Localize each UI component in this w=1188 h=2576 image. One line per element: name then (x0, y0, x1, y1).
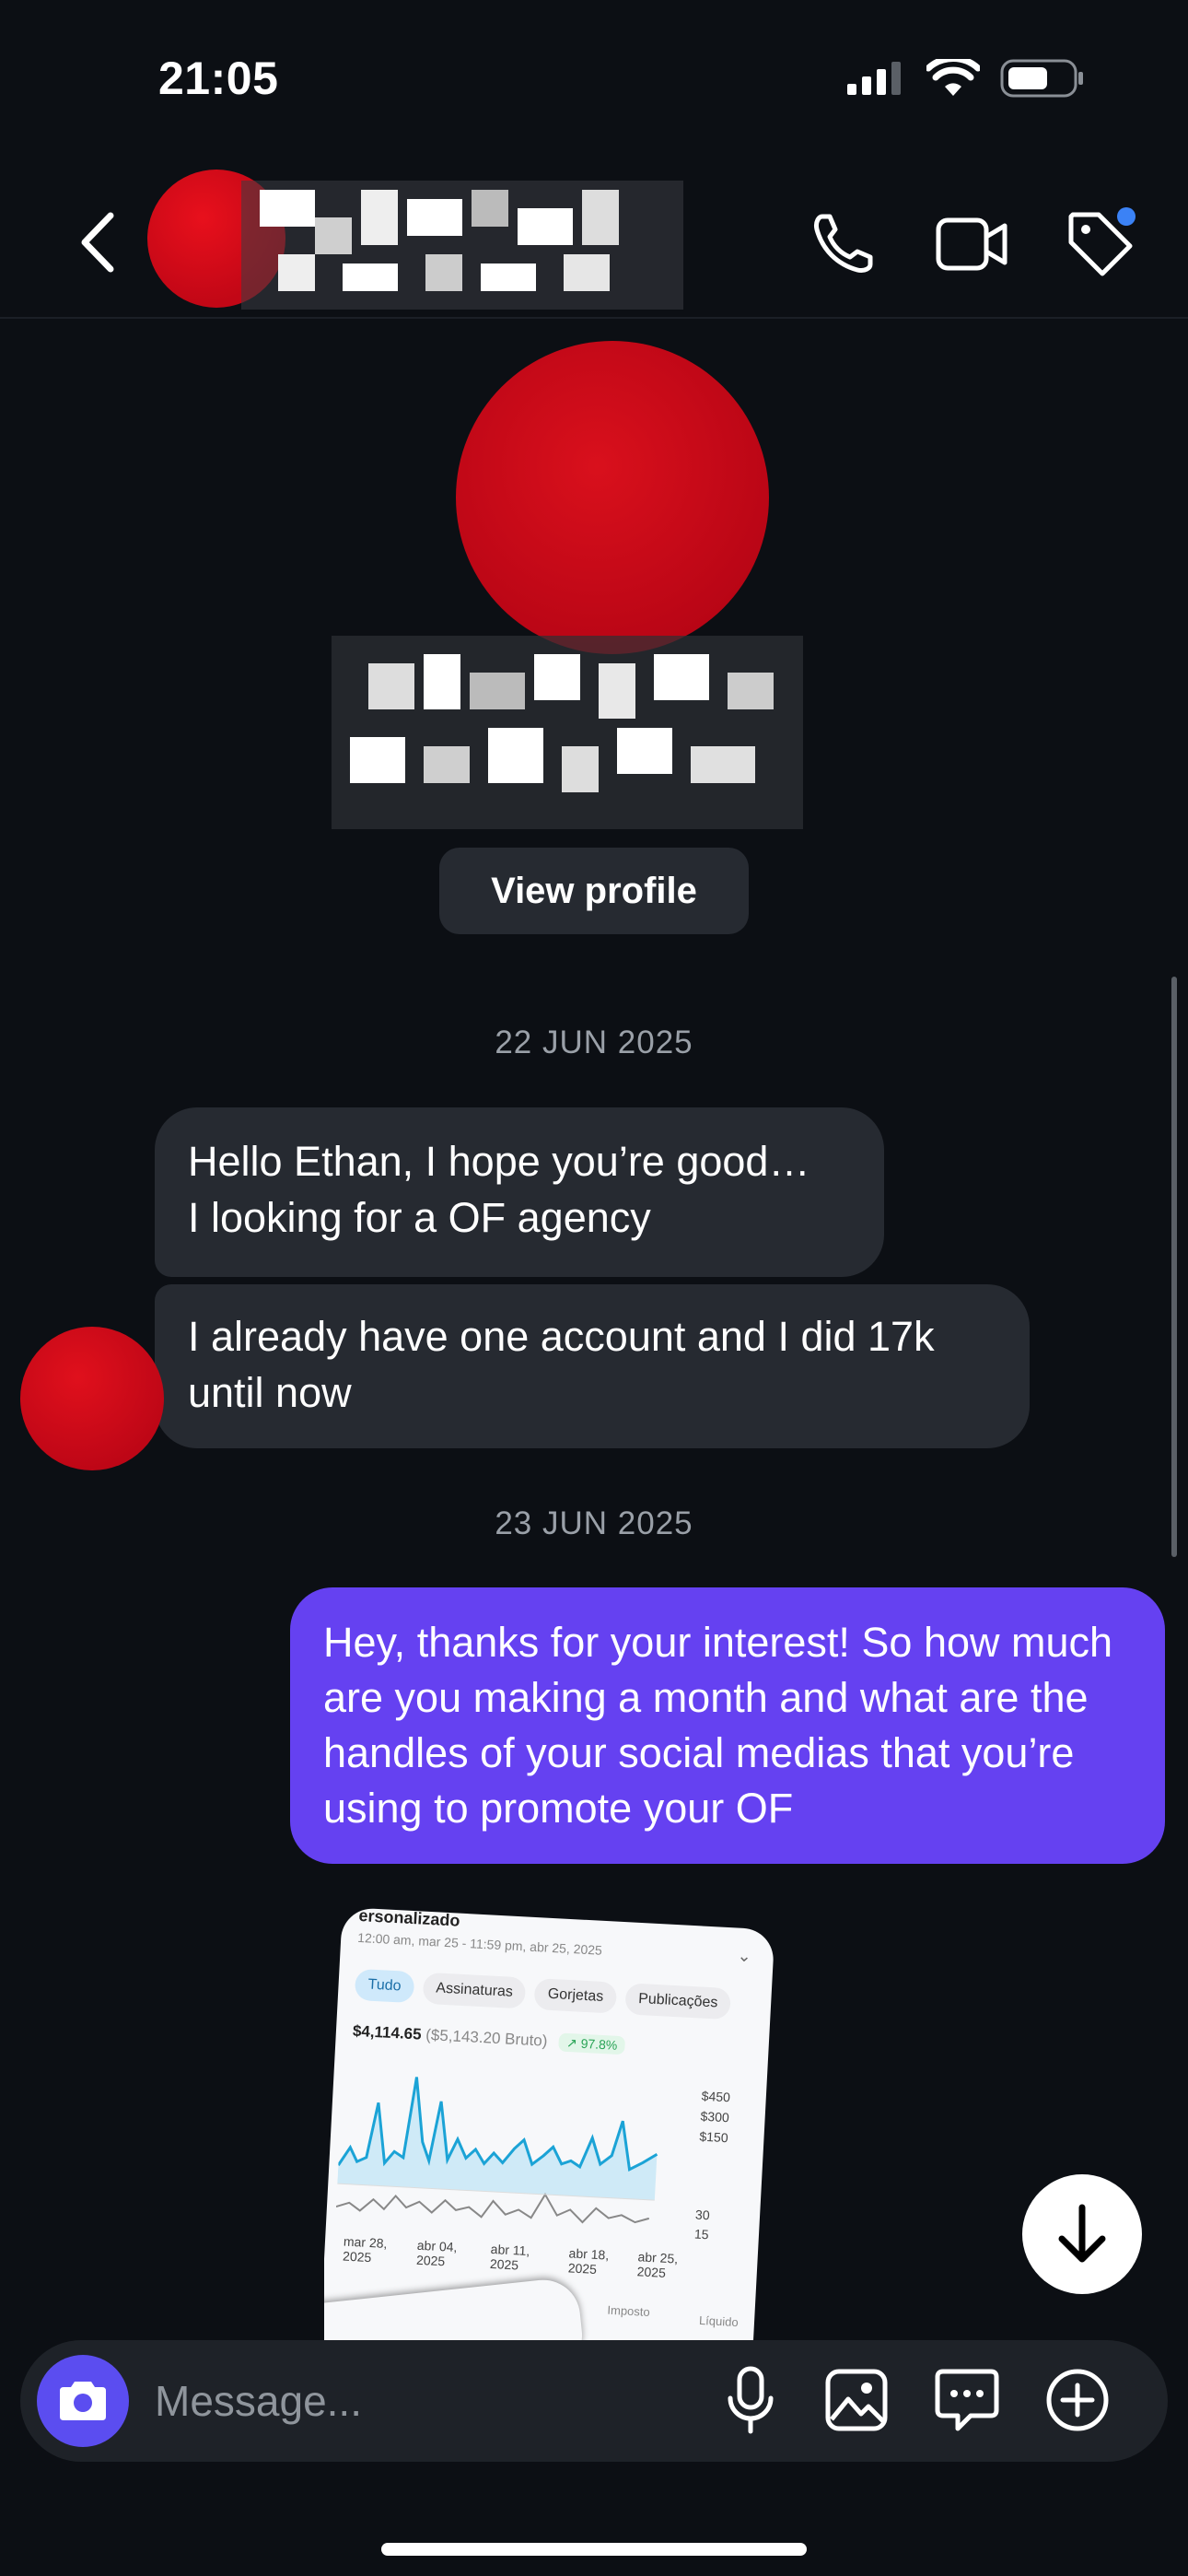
arrow-down-icon (1058, 2204, 1106, 2263)
net-label: Líquido (698, 2313, 740, 2330)
profile-name-pixelated (332, 636, 803, 829)
earnings-tabs: Tudo Assinaturas Gorjetas Publicações (354, 1968, 732, 2020)
notification-dot (1117, 207, 1136, 226)
tag-icon (1068, 207, 1136, 276)
status-time: 21:05 (158, 53, 279, 104)
voice-message-button[interactable] (709, 2359, 792, 2441)
profile-avatar[interactable] (456, 341, 769, 654)
x-axis-label: abr 25, 2025 (636, 2249, 679, 2280)
message-input[interactable] (155, 2368, 670, 2434)
more-options-button[interactable] (1036, 2359, 1119, 2441)
tax-label: Imposto (607, 2302, 651, 2320)
labels-button[interactable] (1059, 203, 1142, 286)
scroll-to-bottom-button[interactable] (1022, 2174, 1142, 2294)
camera-button[interactable] (37, 2355, 129, 2447)
earnings-date-range: 12:00 am, mar 25 - 11:59 pm, abr 25, 202… (356, 1929, 603, 1958)
x-axis-label: abr 04, 2025 (415, 2237, 458, 2269)
x-axis-label: abr 18, 2025 (567, 2245, 610, 2277)
back-button[interactable] (74, 210, 129, 275)
camera-icon (60, 2382, 106, 2420)
status-icons (845, 57, 1085, 100)
microphone-icon (728, 2366, 774, 2434)
earnings-title: ersonalizado (358, 1907, 460, 1930)
net-amount: $4,114.65 (352, 2021, 423, 2043)
message-line: I looking for a OF agency (188, 1194, 651, 1241)
x-axis-label: mar 28, 2025 (342, 2233, 388, 2266)
outgoing-message[interactable]: Hey, thanks for your interest! So how mu… (290, 1587, 1165, 1864)
back-arrow-icon (81, 212, 114, 273)
call-button[interactable] (801, 203, 884, 286)
add-circle-icon (1046, 2369, 1109, 2431)
earnings-screenshot: ersonalizado 12:00 am, mar 25 - 11:59 pm… (324, 1907, 775, 2340)
sticker-button[interactable] (926, 2359, 1008, 2441)
earnings-tab: Tudo (354, 1968, 415, 2004)
chevron-down-icon: ⌄ (737, 1946, 752, 1966)
earnings-tab: Publicações (624, 1983, 732, 2020)
x-axis-label: abr 11, 2025 (489, 2241, 530, 2273)
video-camera-icon (936, 217, 1007, 271)
y-axis-label: 15 (693, 2226, 709, 2242)
gross-amount: ($5,143.20 Bruto) (425, 2025, 548, 2050)
signal-icon (847, 62, 901, 95)
sender-avatar[interactable] (20, 1327, 164, 1470)
message-line: Hello Ethan, I hope you’re good… (188, 1138, 810, 1185)
wifi-icon (926, 59, 980, 96)
video-call-button[interactable] (930, 203, 1013, 286)
date-separator: 23 JUN 2025 (495, 1505, 693, 1541)
earnings-tab: Gorjetas (533, 1978, 618, 2014)
sticker-chat-icon (935, 2369, 999, 2431)
gallery-icon (825, 2369, 888, 2431)
incoming-message[interactable]: I already have one account and I did 17k… (155, 1284, 1030, 1448)
y-axis-label: $300 (700, 2108, 730, 2125)
earnings-chart (335, 2077, 658, 2224)
incoming-message[interactable]: Hello Ethan, I hope you’re good… I looki… (155, 1107, 884, 1277)
phone-icon (814, 214, 873, 273)
y-axis-label: 30 (694, 2207, 711, 2223)
date-separator: 22 JUN 2025 (495, 1025, 693, 1060)
change-badge: ↗ 97.8% (558, 2032, 625, 2055)
battery-icon (1000, 59, 1083, 98)
shared-image[interactable]: ersonalizado 12:00 am, mar 25 - 11:59 pm… (324, 1907, 785, 2340)
view-profile-button[interactable]: View profile (439, 848, 749, 934)
earnings-tab: Assinaturas (422, 1972, 527, 2009)
contact-name-pixelated[interactable] (241, 181, 683, 310)
y-axis-label: $450 (701, 2088, 731, 2105)
scrollbar[interactable] (1171, 977, 1177, 1557)
gallery-button[interactable] (815, 2359, 898, 2441)
home-indicator (381, 2543, 807, 2556)
y-axis-label: $150 (699, 2128, 729, 2146)
